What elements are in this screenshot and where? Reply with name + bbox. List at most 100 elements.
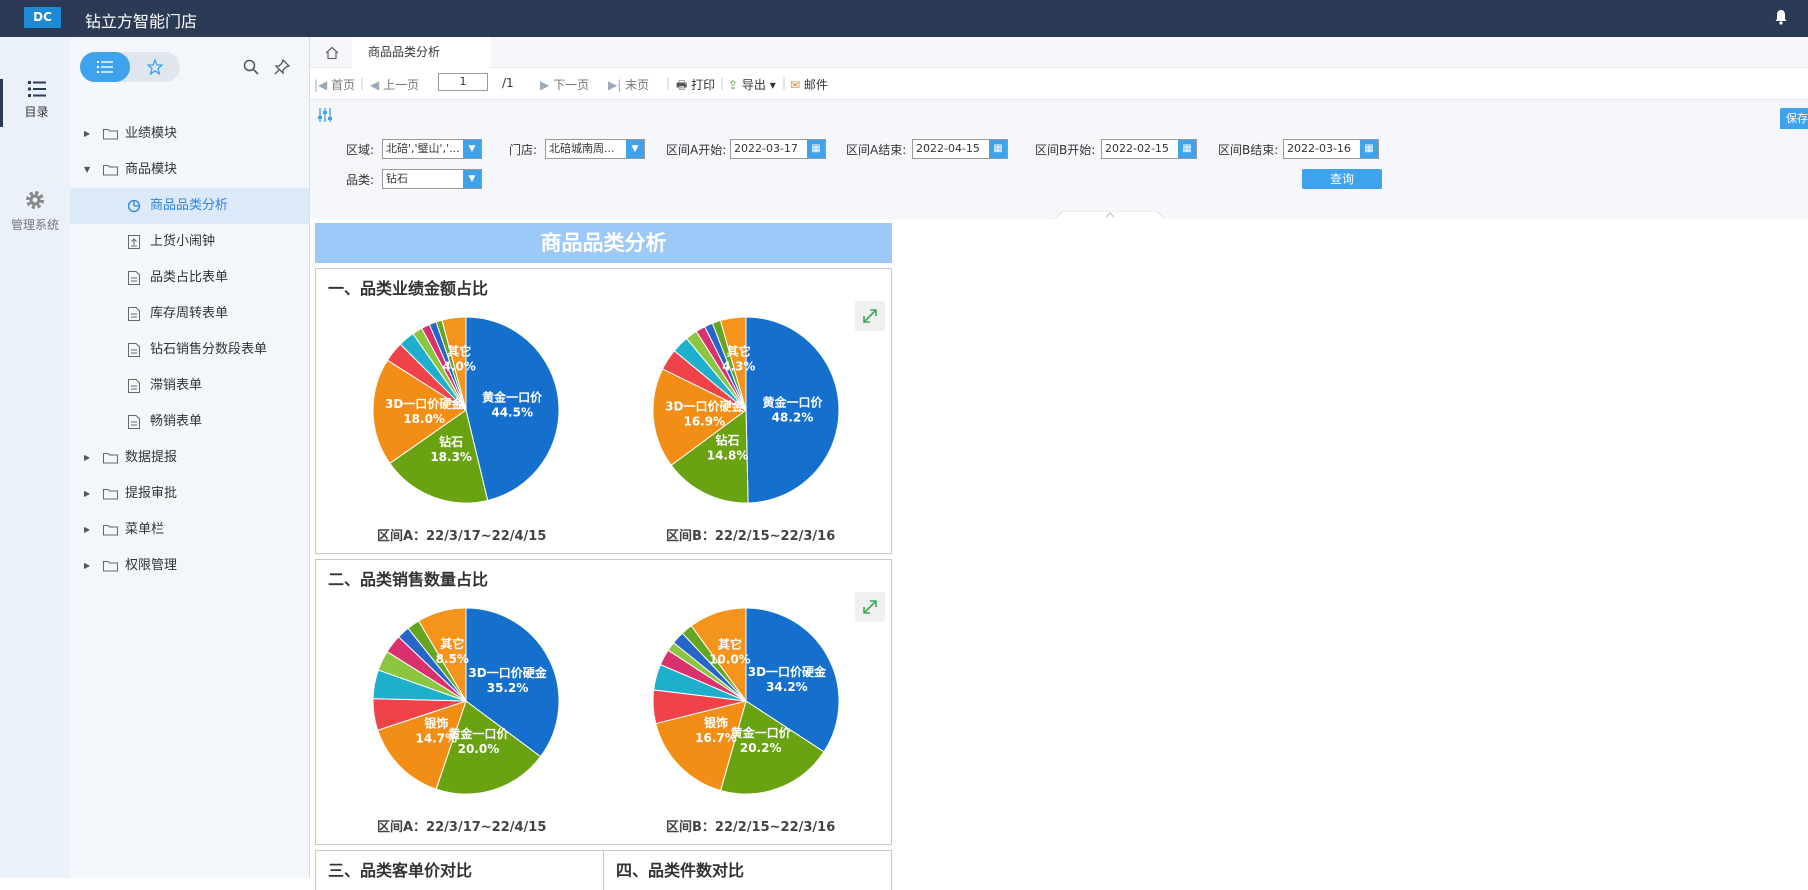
last-page-button[interactable]: ▶| 末页	[608, 76, 649, 93]
slice-label: 黄金一口价	[731, 725, 792, 740]
slice-label: 黄金一口价	[448, 726, 509, 741]
bell-icon[interactable]	[1774, 9, 1788, 25]
a-end-date[interactable]: 2022-04-15 ▦	[912, 139, 1008, 159]
folder-icon	[103, 561, 118, 572]
folder-icon	[103, 453, 118, 464]
prev-page-button[interactable]: ◀ 上一页	[370, 76, 419, 93]
rail-item-catalog[interactable]: 目录	[0, 79, 70, 127]
tree-view-button[interactable]	[80, 52, 130, 82]
tree-item-data-report[interactable]: ▶ 数据提报	[70, 440, 309, 476]
query-button[interactable]: 查询	[1302, 169, 1382, 189]
folder-icon	[103, 525, 118, 536]
search-icon[interactable]	[243, 59, 259, 75]
slice-percent: 4.0%	[443, 359, 476, 373]
tree-item-diamond-score[interactable]: 钻石销售分数段表单	[70, 332, 309, 368]
tree-item-category-ratio[interactable]: 品类占比表单	[70, 260, 309, 296]
page-total: /1	[502, 76, 514, 90]
region-select[interactable]: 北碚','璧山','... ▼	[382, 139, 482, 159]
home-icon[interactable]	[325, 46, 339, 60]
filter-header: 保存	[310, 99, 1808, 130]
first-page-button[interactable]: |◀ 首页	[314, 76, 355, 93]
view-toggle	[80, 52, 180, 82]
slice-label: 3D一口价硬金	[748, 664, 827, 679]
upload-doc-icon	[128, 235, 140, 249]
slice-label: 钻石	[716, 433, 740, 448]
slice-percent: 16.9%	[683, 415, 725, 429]
tree-item-permissions[interactable]: ▶ 权限管理	[70, 548, 309, 584]
pin-icon[interactable]	[274, 59, 290, 75]
tree-label: 钻石销售分数段表单	[150, 342, 268, 357]
tree-item-category-analysis[interactable]: 商品品类分析	[70, 188, 309, 224]
gear-icon	[26, 191, 44, 209]
tree-item-slow-moving[interactable]: 滞销表单	[70, 368, 309, 404]
rail-item-admin[interactable]: 管理系统	[0, 189, 70, 237]
region-label: 区域:	[346, 143, 375, 157]
slice-label: 黄金一口价	[762, 394, 823, 409]
b-end-date[interactable]: 2022-03-16 ▦	[1283, 139, 1379, 159]
page-number-input[interactable]: 1	[438, 73, 488, 91]
calendar-icon: ▦	[1178, 140, 1196, 158]
slice-label: 银饰	[704, 715, 728, 730]
slice-label: 其它	[440, 636, 464, 651]
slice-percent: 44.5%	[491, 406, 533, 420]
slice-percent: 48.2%	[772, 410, 814, 424]
tree-item-best-selling[interactable]: 畅销表单	[70, 404, 309, 440]
rail-label-catalog: 目录	[24, 105, 49, 119]
calendar-icon: ▦	[1360, 140, 1378, 158]
slice-label: 其它	[727, 343, 751, 358]
calendar-icon: ▦	[989, 140, 1007, 158]
pie-chart-amount-a: 黄金一口价44.5% 钻石18.3% 3D一口价硬金18.0% 其它4.0%	[372, 316, 560, 504]
document-icon	[128, 307, 140, 321]
expand-button[interactable]	[855, 301, 885, 331]
tree-item-restock-alarm[interactable]: 上货小闹钟	[70, 224, 309, 260]
b-start-date[interactable]: 2022-02-15 ▦	[1101, 139, 1197, 159]
store-select[interactable]: 北碚城南周... ▼	[545, 139, 645, 159]
section-title: 四、品类件数对比	[616, 861, 745, 880]
tree-item-report-approval[interactable]: ▶ 提报审批	[70, 476, 309, 512]
slice-label: 3D一口价硬金	[385, 396, 464, 411]
list-icon	[27, 81, 46, 97]
slice-percent: 10.0%	[709, 652, 751, 666]
filter-settings-icon[interactable]	[317, 107, 333, 123]
sidebar: ▶ 业绩模块 ▼ 商品模块 商品品类分析 上货小闹钟 品类占比表单 库存周转表单…	[70, 37, 310, 878]
next-page-button[interactable]: ▶ 下一页	[540, 76, 589, 93]
tree-label: 业绩模块	[125, 126, 178, 141]
section-title: 三、品类客单价对比	[328, 861, 473, 880]
print-button[interactable]: 🖶 打印	[676, 76, 715, 97]
tree-item-performance[interactable]: ▶ 业绩模块	[70, 116, 309, 152]
a-start-date[interactable]: 2022-03-17 ▦	[730, 139, 826, 159]
tree-item-inventory-turnover[interactable]: 库存周转表单	[70, 296, 309, 332]
expand-button[interactable]	[855, 592, 885, 622]
section-title: 一、品类业绩金额占比	[328, 279, 489, 298]
export-button[interactable]: ⇪ 导出 ▾	[728, 76, 776, 93]
slice-percent: 20.2%	[740, 741, 782, 755]
tree-item-goods[interactable]: ▼ 商品模块	[70, 152, 309, 188]
app-logo[interactable]: DC	[24, 7, 61, 28]
tree-label: 权限管理	[125, 558, 178, 573]
slice-percent: 35.2%	[487, 681, 529, 695]
expand-icon	[863, 600, 877, 614]
dropdown-icon: ▼	[463, 140, 481, 158]
category-label: 品类:	[346, 173, 375, 187]
collapse-handle[interactable]	[1055, 211, 1165, 219]
tree-item-menu-bar[interactable]: ▶ 菜单栏	[70, 512, 309, 548]
range-a-label: 区间A：22/3/17~22/4/15	[377, 529, 547, 544]
slice-label: 钻石	[439, 434, 463, 449]
list-icon	[97, 61, 113, 73]
panel-item-count: 四、品类件数对比	[603, 850, 892, 890]
mail-button[interactable]: ✉ 邮件	[790, 76, 828, 93]
star-icon[interactable]	[147, 59, 163, 75]
tree-label: 库存周转表单	[150, 306, 229, 321]
category-select[interactable]: 钻石 ▼	[382, 169, 482, 189]
app-title: 钻立方智能门店	[85, 12, 198, 31]
a-start-label: 区间A开始:	[666, 143, 727, 157]
panel-sales-quantity: 二、品类销售数量占比 3D一口价硬金 35.2% 黄金一口价 20.0% 银饰 14.7%…	[315, 559, 892, 845]
tab-category-analysis[interactable]: 商品品类分析	[352, 37, 490, 68]
slice-percent: 14.8%	[707, 449, 749, 463]
slice-percent: 34.2%	[766, 680, 808, 694]
save-button[interactable]: 保存	[1780, 108, 1808, 130]
slice-percent: 4.3%	[722, 359, 755, 373]
filter-panel: 区域: 北碚','璧山','... ▼ 门店: 北碚城南周... ▼ 区间A开始: …	[310, 129, 1808, 219]
tree-label: 畅销表单	[150, 414, 203, 429]
b-end-label: 区间B结束:	[1218, 143, 1279, 157]
